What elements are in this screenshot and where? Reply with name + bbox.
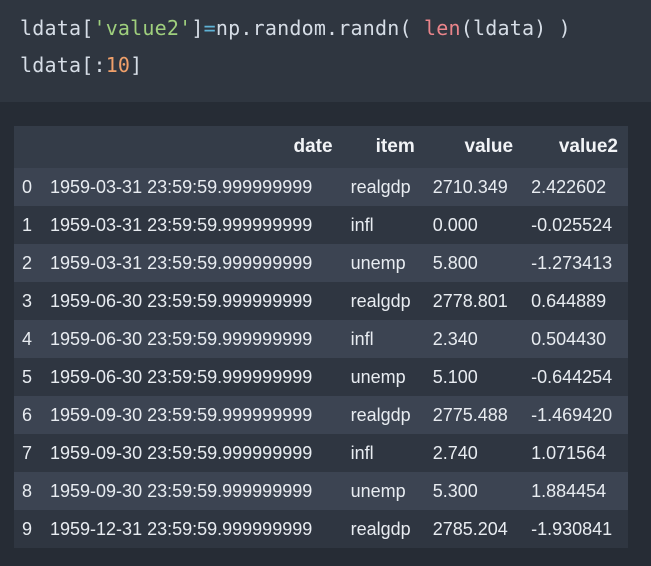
cell-item: infl bbox=[350, 328, 374, 349]
row-index: 1 bbox=[22, 214, 33, 235]
column-header-index bbox=[14, 126, 42, 168]
code-operator-token: = bbox=[203, 16, 216, 40]
table-header-row: date item value value2 bbox=[14, 126, 628, 168]
table-row: 3 1959-06-30 23:59:59.999999999 realgdp … bbox=[14, 282, 628, 320]
row-index: 0 bbox=[22, 176, 33, 197]
code-number-token: 10 bbox=[105, 53, 131, 77]
cell-value2: -1.469420 bbox=[531, 404, 613, 425]
table-row: 8 1959-09-30 23:59:59.999999999 unemp 5.… bbox=[14, 472, 628, 510]
column-header-value2: value2 bbox=[558, 136, 618, 157]
table-row: 4 1959-06-30 23:59:59.999999999 infl 2.3… bbox=[14, 320, 628, 358]
cell-date: 1959-03-31 23:59:59.999999999 bbox=[50, 214, 313, 235]
table-row: 9 1959-12-31 23:59:59.999999999 realgdp … bbox=[14, 510, 628, 548]
cell-output: date item value value2 0 1959-03-31 23:5… bbox=[0, 102, 651, 566]
cell-value2: 0.644889 bbox=[531, 290, 607, 311]
row-index: 3 bbox=[22, 290, 33, 311]
code-token: ] bbox=[191, 16, 204, 40]
cell-date: 1959-09-30 23:59:59.999999999 bbox=[50, 404, 313, 425]
table-row: 2 1959-03-31 23:59:59.999999999 unemp 5.… bbox=[14, 244, 628, 282]
cell-date: 1959-09-30 23:59:59.999999999 bbox=[50, 480, 313, 501]
cell-value: 2.340 bbox=[432, 328, 478, 349]
cell-value2: -1.273413 bbox=[531, 252, 613, 273]
code-token: ] bbox=[130, 53, 143, 77]
row-index: 5 bbox=[22, 366, 33, 387]
cell-value: 2.740 bbox=[432, 442, 478, 463]
cell-date: 1959-03-31 23:59:59.999999999 bbox=[50, 252, 313, 273]
cell-value: 0.000 bbox=[432, 214, 478, 235]
code-token: ldata[: bbox=[20, 53, 106, 77]
code-token: np.random.randn( bbox=[215, 16, 424, 40]
cell-item: realgdp bbox=[350, 290, 411, 311]
cell-value2: -1.930841 bbox=[531, 518, 613, 539]
cell-value: 2775.488 bbox=[432, 404, 508, 425]
cell-item: unemp bbox=[350, 480, 406, 501]
cell-date: 1959-06-30 23:59:59.999999999 bbox=[50, 328, 313, 349]
row-index: 6 bbox=[22, 404, 33, 425]
column-header-value: value bbox=[464, 136, 514, 157]
column-header-date: date bbox=[293, 136, 333, 157]
cell-item: infl bbox=[350, 442, 374, 463]
row-index: 8 bbox=[22, 480, 33, 501]
cell-value: 2710.349 bbox=[432, 176, 508, 197]
table-row: 0 1959-03-31 23:59:59.999999999 realgdp … bbox=[14, 168, 628, 206]
cell-date: 1959-12-31 23:59:59.999999999 bbox=[50, 518, 313, 539]
cell-date: 1959-06-30 23:59:59.999999999 bbox=[50, 290, 313, 311]
cell-value2: 0.504430 bbox=[531, 328, 607, 349]
code-token: (ldata) ) bbox=[460, 16, 571, 40]
cell-value: 5.800 bbox=[432, 252, 478, 273]
code-line-2: ldata[:10] bbox=[20, 53, 142, 77]
dataframe-table: date item value value2 0 1959-03-31 23:5… bbox=[14, 126, 628, 548]
cell-value2: 1.884454 bbox=[531, 480, 607, 501]
cell-value2: -0.644254 bbox=[531, 366, 613, 387]
row-index: 2 bbox=[22, 252, 33, 273]
cell-item: unemp bbox=[350, 252, 406, 273]
cell-value: 5.300 bbox=[432, 480, 478, 501]
code-token: ldata[ bbox=[20, 16, 94, 40]
cell-value: 5.100 bbox=[432, 366, 478, 387]
cell-item: infl bbox=[350, 214, 374, 235]
row-index: 9 bbox=[22, 518, 33, 539]
table-row: 5 1959-06-30 23:59:59.999999999 unemp 5.… bbox=[14, 358, 628, 396]
column-header-item: item bbox=[375, 136, 415, 157]
cell-date: 1959-06-30 23:59:59.999999999 bbox=[50, 366, 313, 387]
cell-date: 1959-09-30 23:59:59.999999999 bbox=[50, 442, 313, 463]
code-builtin-token: len bbox=[424, 16, 461, 40]
cell-value2: 1.071564 bbox=[531, 442, 607, 463]
code-cell[interactable]: ldata['value2']=np.random.randn( len(lda… bbox=[0, 0, 651, 102]
row-index: 7 bbox=[22, 442, 33, 463]
cell-item: unemp bbox=[350, 366, 406, 387]
cell-date: 1959-03-31 23:59:59.999999999 bbox=[50, 176, 313, 197]
cell-value: 2785.204 bbox=[432, 518, 508, 539]
cell-item: realgdp bbox=[350, 176, 411, 197]
table-row: 6 1959-09-30 23:59:59.999999999 realgdp … bbox=[14, 396, 628, 434]
cell-value2: -0.025524 bbox=[531, 214, 613, 235]
row-index: 4 bbox=[22, 328, 33, 349]
table-row: 1 1959-03-31 23:59:59.999999999 infl 0.0… bbox=[14, 206, 628, 244]
cell-item: realgdp bbox=[350, 518, 411, 539]
cell-value2: 2.422602 bbox=[531, 176, 607, 197]
cell-value: 2778.801 bbox=[432, 290, 508, 311]
code-string-token: 'value2' bbox=[93, 16, 192, 40]
cell-item: realgdp bbox=[350, 404, 411, 425]
table-row: 7 1959-09-30 23:59:59.999999999 infl 2.7… bbox=[14, 434, 628, 472]
code-line-1: ldata['value2']=np.random.randn( len(lda… bbox=[20, 16, 571, 40]
